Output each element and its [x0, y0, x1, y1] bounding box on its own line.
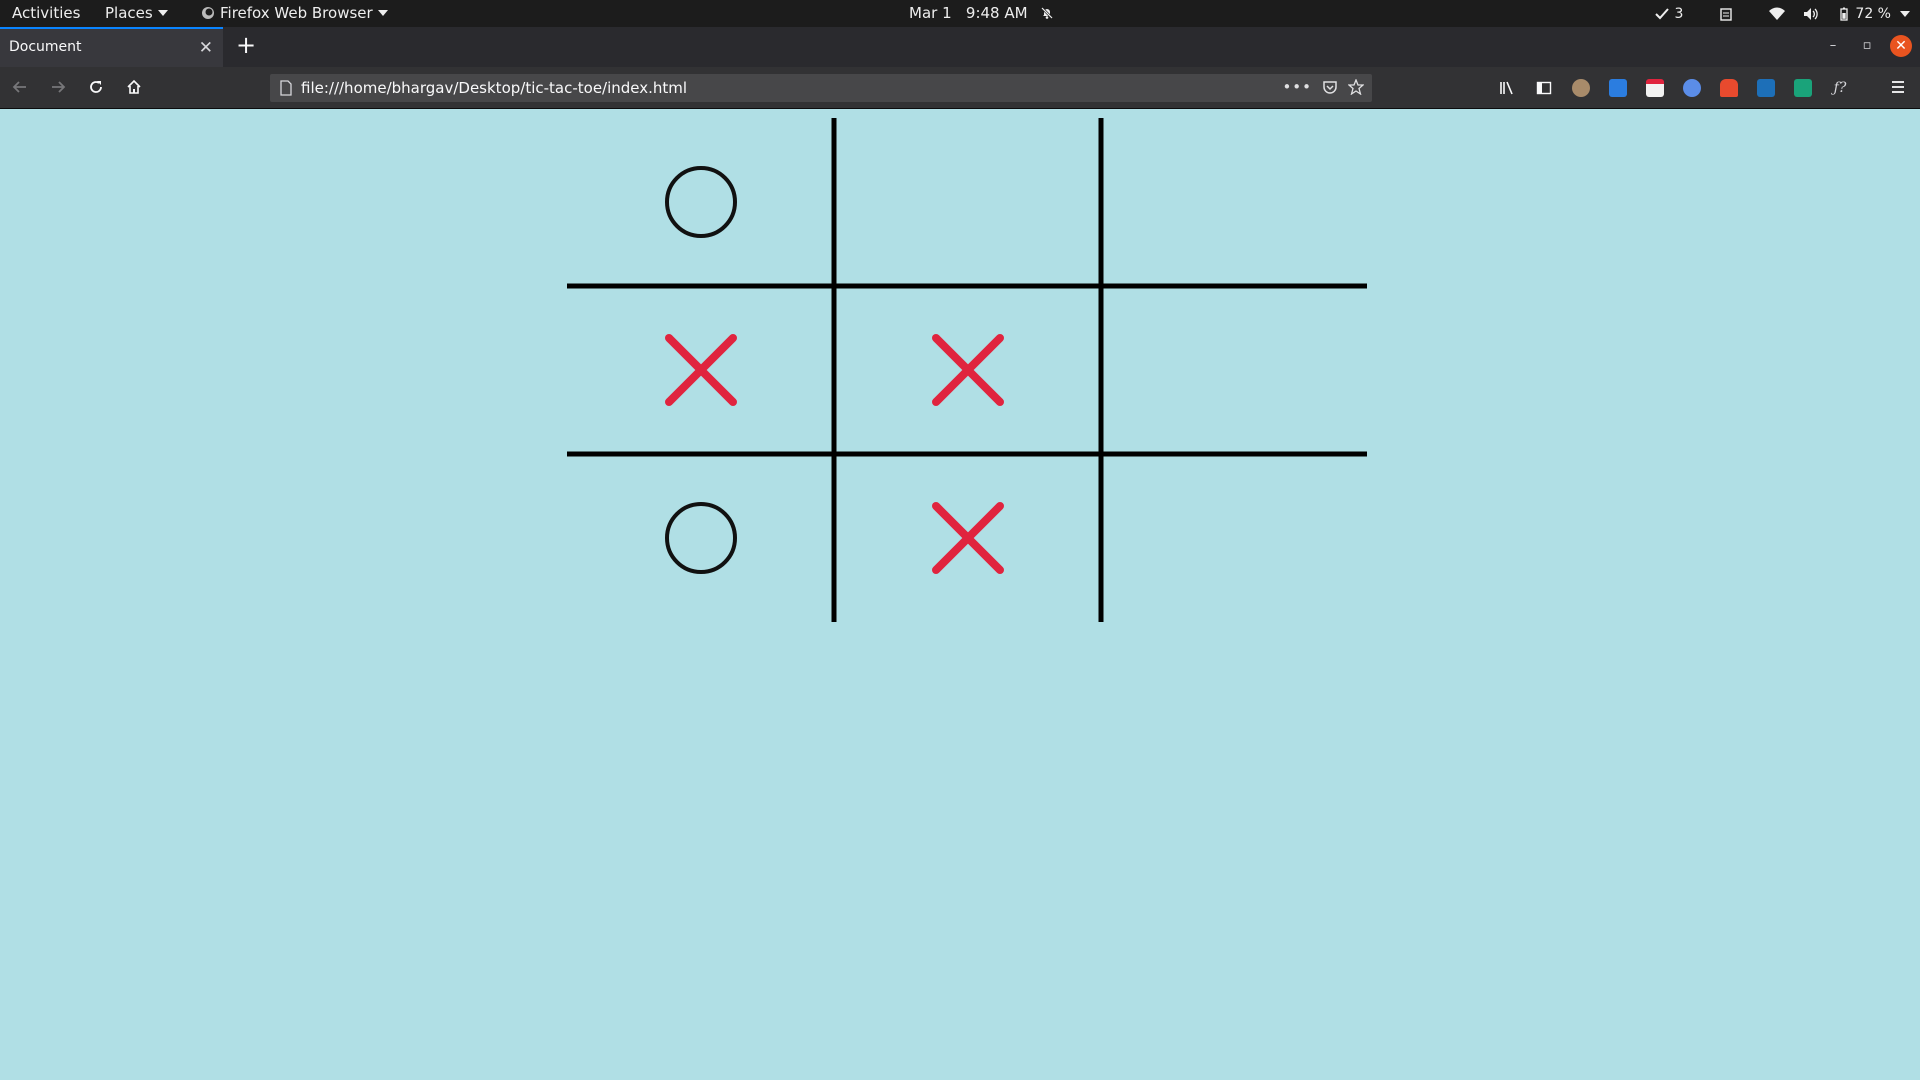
app-menu-label: Firefox Web Browser: [220, 4, 373, 22]
sidebar-icon: [1536, 81, 1552, 95]
tic-tac-toe-board: [567, 118, 1367, 622]
extension-1[interactable]: [1569, 76, 1593, 100]
back-button[interactable]: [6, 75, 34, 101]
board-cell-1-1[interactable]: [834, 286, 1101, 454]
extension-4[interactable]: [1680, 76, 1704, 100]
home-button[interactable]: [120, 75, 148, 101]
battery-indicator[interactable]: 72 %: [1837, 6, 1910, 22]
clipboard-icon[interactable]: [1719, 7, 1733, 21]
home-icon: [127, 79, 141, 94]
extension-5[interactable]: [1717, 76, 1741, 100]
reload-icon: [90, 81, 102, 93]
url-bar[interactable]: file:///home/bhargav/Desktop/tic-tac-toe…: [270, 74, 1372, 102]
x-mark-icon: [931, 502, 1004, 574]
updates-indicator[interactable]: 3: [1654, 5, 1684, 22]
extension-fi-icon: [1609, 79, 1627, 97]
board-cell-1-2[interactable]: [1101, 286, 1368, 454]
extension-compass-icon: [1683, 79, 1701, 97]
page-actions-icon[interactable]: •••: [1282, 78, 1312, 96]
extension-7[interactable]: [1791, 76, 1815, 100]
board-cell-2-0[interactable]: [567, 454, 834, 622]
board-cell-1-0[interactable]: [567, 286, 834, 454]
board-cell-0-1[interactable]: [834, 118, 1101, 286]
tab-strip: Document ✕ + – ▫ ✕: [0, 27, 1920, 67]
clock-text: Mar 1 9:48 AM: [909, 4, 1028, 22]
close-window-button[interactable]: ✕: [1890, 35, 1912, 57]
x-mark-icon: [664, 334, 737, 406]
wifi-icon[interactable]: [1769, 7, 1786, 21]
app-menu[interactable]: Firefox Web Browser: [201, 0, 388, 27]
board-cell-0-2[interactable]: [1101, 118, 1368, 286]
extension-mail-icon: [1794, 79, 1812, 97]
library-icon: [1500, 81, 1513, 95]
page-content: [0, 110, 1920, 1080]
activities-button[interactable]: Activities: [12, 0, 80, 27]
maximize-button[interactable]: ▫: [1856, 35, 1878, 57]
extension-rocket-icon: [1720, 79, 1738, 97]
reload-button[interactable]: [82, 75, 110, 101]
library-button[interactable]: [1495, 76, 1519, 100]
pocket-icon[interactable]: [1322, 79, 1338, 95]
extension-formula-icon: ƒ?: [1833, 80, 1847, 96]
tab-title: Document: [9, 39, 82, 55]
clock[interactable]: Mar 1 9:48 AM: [909, 0, 1054, 27]
updates-count: 3: [1674, 5, 1684, 22]
arrow-right-icon: [52, 81, 66, 93]
navigation-toolbar: file:///home/bhargav/Desktop/tic-tac-toe…: [0, 67, 1920, 109]
system-tray[interactable]: 3 72 %: [1654, 0, 1910, 27]
checkmark-icon: [1654, 7, 1669, 19]
extension-8[interactable]: ƒ?: [1828, 76, 1852, 100]
extension-hand-icon: [1572, 79, 1590, 97]
battery-percent: 72 %: [1855, 5, 1891, 22]
board-cell-2-2[interactable]: [1101, 454, 1368, 622]
close-tab-icon[interactable]: ✕: [199, 38, 213, 58]
sidebar-button[interactable]: [1532, 76, 1556, 100]
board-cell-2-1[interactable]: [834, 454, 1101, 622]
forward-button[interactable]: [44, 75, 72, 101]
battery-icon: [1840, 7, 1849, 21]
extension-3[interactable]: [1643, 76, 1667, 100]
page-icon: [280, 80, 292, 96]
x-mark-icon: [931, 334, 1004, 406]
arrow-left-icon: [12, 81, 26, 93]
extension-calendar-icon: [1646, 79, 1664, 97]
url-actions: •••: [1282, 78, 1364, 96]
extension-6[interactable]: [1754, 76, 1778, 100]
chevron-down-icon: [1900, 10, 1910, 17]
chevron-down-icon: [377, 10, 388, 16]
toolbar-extensions: ƒ?: [1495, 76, 1852, 100]
board-cell-0-0[interactable]: [567, 118, 834, 286]
minimize-button[interactable]: –: [1822, 35, 1844, 57]
o-mark-icon: [664, 502, 737, 574]
firefox-icon: [202, 7, 214, 19]
new-tab-button[interactable]: +: [232, 32, 260, 60]
o-mark-icon: [664, 166, 737, 238]
menu-hamburger-icon[interactable]: [1890, 79, 1906, 95]
places-label: Places: [105, 4, 153, 22]
url-text[interactable]: file:///home/bhargav/Desktop/tic-tac-toe…: [301, 79, 687, 97]
chevron-down-icon: [157, 10, 168, 16]
extension-2[interactable]: [1606, 76, 1630, 100]
places-menu[interactable]: Places: [105, 0, 168, 27]
system-top-bar: Activities Places Firefox Web Browser Ma…: [0, 0, 1920, 27]
bookmark-star-icon[interactable]: [1348, 79, 1364, 95]
notifications-muted-icon: [1041, 7, 1054, 19]
extension-s-icon: [1757, 79, 1775, 97]
volume-icon[interactable]: [1803, 7, 1819, 21]
tab-document[interactable]: Document ✕: [0, 27, 223, 67]
